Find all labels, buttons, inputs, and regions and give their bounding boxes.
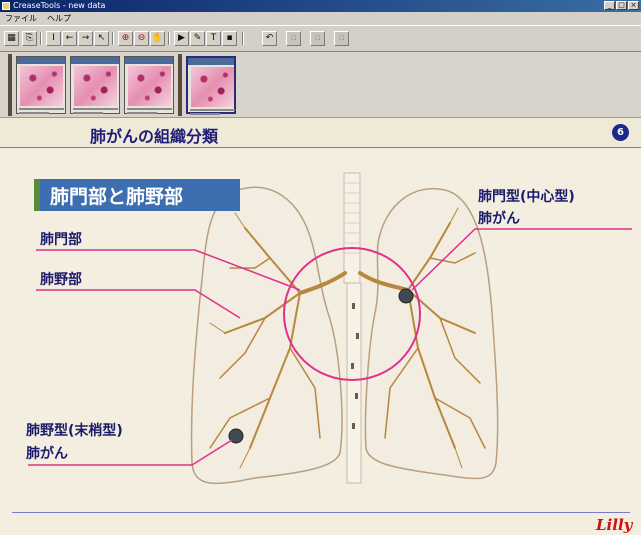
histology-image: [74, 66, 117, 106]
toolbar-separator: [40, 32, 42, 45]
disabled-tool-2-icon[interactable]: ▫: [310, 31, 325, 46]
hand-icon[interactable]: ✋: [150, 31, 165, 46]
subtitle-box: 肺門部と肺野部: [34, 179, 240, 211]
select-icon[interactable]: ▶: [174, 31, 189, 46]
thumbnail-caption: [127, 112, 157, 114]
slide-thumbnail[interactable]: [70, 56, 120, 114]
fill-icon[interactable]: ▪: [222, 31, 237, 46]
minimize-button[interactable]: _: [604, 1, 615, 10]
menu-bar: ファイル ヘルプ: [0, 12, 641, 25]
pointer-icon[interactable]: ↖: [94, 31, 109, 46]
central-type-label: 肺門型(中心型): [478, 189, 575, 205]
toolbar-separator: [112, 32, 114, 45]
zoom-in-icon[interactable]: ⊕: [118, 31, 133, 46]
close-button[interactable]: ×: [628, 1, 639, 10]
menu-file[interactable]: ファイル: [0, 13, 42, 24]
peripheral-type-label: 肺野型(末梢型): [26, 423, 123, 439]
left-lung: [190, 186, 343, 485]
central-type-label-2: 肺がん: [478, 211, 520, 227]
toolbar: ▦ ⎘ I ← → ↖ ⊕ ⊖ ✋ ▶ ✎ T ▪ ↶ ▫ ▫ ▫: [0, 25, 641, 52]
histology-image: [191, 67, 234, 107]
window-controls: _ □ ×: [604, 1, 639, 10]
hilar-region-label: 肺門部: [40, 232, 82, 248]
pen-icon[interactable]: ✎: [190, 31, 205, 46]
text-icon[interactable]: T: [206, 31, 221, 46]
strip-divider: [178, 54, 182, 116]
app-icon: [2, 2, 10, 10]
subtitle: 肺門部と肺野部: [50, 186, 184, 208]
peripheral-type-label-2: 肺がん: [26, 446, 68, 462]
thumbnail-caption: [19, 112, 49, 114]
footer-line: [12, 512, 630, 513]
title-bar[interactable]: CreaseTools - new data _ □ ×: [0, 0, 641, 12]
window-title: CreaseTools - new data: [13, 1, 106, 10]
toolbar-separator: [242, 32, 244, 45]
disabled-tool-1-icon[interactable]: ▫: [286, 31, 301, 46]
slide-canvas: 肺がんの組織分類 6 肺門部と肺野部 肺門部 肺野部 肺門型(中心型) 肺がん …: [0, 118, 641, 535]
thumbnail-caption-bar: [188, 58, 234, 65]
undo-icon[interactable]: ↶: [262, 31, 277, 46]
arrow-left-icon[interactable]: ←: [62, 31, 77, 46]
slide-thumbnail-selected[interactable]: [186, 56, 236, 115]
thumbnail-caption: [127, 108, 172, 110]
maximize-button[interactable]: □: [616, 1, 627, 10]
lilly-logo: Lilly: [596, 516, 633, 534]
central-column: [346, 282, 362, 484]
slide-thumbnail[interactable]: [124, 56, 174, 114]
menu-help[interactable]: ヘルプ: [42, 13, 76, 24]
histology-image: [20, 66, 63, 106]
thumbnail-caption: [73, 112, 103, 114]
zoom-out-icon[interactable]: ⊖: [134, 31, 149, 46]
slide-thumbnail[interactable]: [16, 56, 66, 114]
thumbnail-caption-bar: [71, 57, 119, 64]
histology-image: [128, 66, 171, 106]
app-window: CreaseTools - new data _ □ × ファイル ヘルプ ▦ …: [0, 0, 641, 535]
thumbnail-caption: [190, 109, 235, 111]
central-tumor: [398, 288, 414, 304]
thumbnail-caption-bar: [125, 57, 173, 64]
arrow-right-icon[interactable]: →: [78, 31, 93, 46]
toolbar-separator: [168, 32, 170, 45]
cursor-icon[interactable]: I: [46, 31, 61, 46]
thumbnail-caption-bar: [17, 57, 65, 64]
thumbnail-caption: [73, 108, 118, 110]
thumbnail-strip: [0, 52, 641, 118]
grid-icon[interactable]: ▦: [4, 31, 19, 46]
thumbnail-caption: [190, 113, 220, 115]
disabled-tool-3-icon[interactable]: ▫: [334, 31, 349, 46]
trachea: [343, 172, 361, 284]
thumbnail-caption: [19, 108, 64, 110]
copy-icon[interactable]: ⎘: [22, 31, 37, 46]
strip-divider: [8, 54, 12, 116]
peripheral-region-label: 肺野部: [40, 272, 82, 288]
